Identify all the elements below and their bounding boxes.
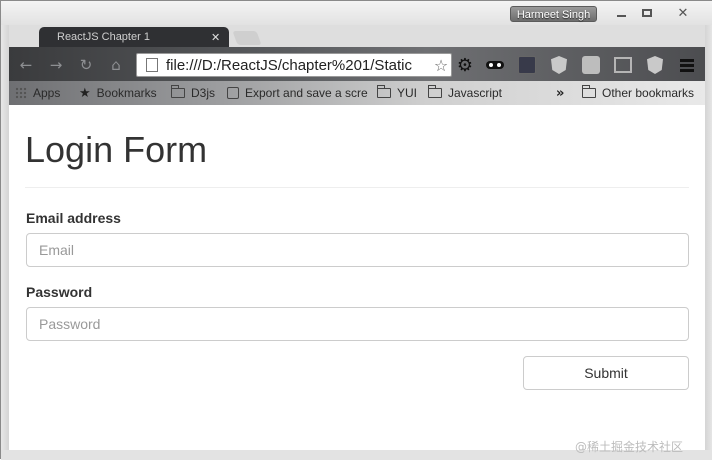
back-icon[interactable]: ← [17,56,35,74]
folder-icon [170,85,185,98]
bookmark-d3js[interactable]: D3js [170,85,216,101]
close-icon: ✕ [677,5,689,21]
bookmark-other-bookmarks[interactable]: Other bookmarks [581,85,695,101]
bookmark-label: Other bookmarks [602,86,695,100]
home-icon[interactable]: ⌂ [107,56,125,74]
email-label: Email address [26,210,121,226]
bookmark-apps[interactable]: Apps [15,85,60,101]
submit-button[interactable]: Submit [523,356,689,390]
angular-extension-icon[interactable] [645,55,665,75]
tab-reactjs-chapter-1[interactable]: ReactJS Chapter 1 ✕ [39,27,229,47]
extension-square-icon[interactable] [581,55,601,75]
page-title: Login Form [25,129,208,170]
grid-extension-icon[interactable] [613,55,633,75]
tab-close-icon[interactable]: ✕ [211,31,229,44]
window-frame-left [1,25,9,460]
maximize-button[interactable] [633,5,661,21]
window-frame-right [705,25,712,460]
gear-icon[interactable]: ⚙ [455,55,475,76]
page-icon [227,87,239,99]
page-icon [146,58,158,72]
bookmark-label: YUI [397,86,418,100]
folder-icon [581,85,596,98]
page-viewport: Login Form Email address Password Submit [9,105,705,450]
hamburger-menu-icon[interactable] [677,55,697,75]
forward-icon[interactable]: → [47,56,65,74]
bookmark-label: D3js [191,86,216,100]
email-field[interactable] [26,233,689,267]
title-bar: Harmeet Singh ✕ [1,1,712,25]
password-field[interactable] [26,307,689,341]
devtools-extension-icon[interactable] [517,55,537,75]
tab-strip: ReactJS Chapter 1 ✕ [9,25,705,47]
bookmark-javascript[interactable]: Javascript [427,85,503,101]
browser-window: Harmeet Singh ✕ ReactJS Chapter 1 ✕ ← → … [0,0,712,460]
user-profile-badge[interactable]: Harmeet Singh [510,6,597,22]
angular-shield-icon[interactable] [549,55,569,75]
tab-label: ReactJS Chapter 1 [57,31,150,43]
bookmark-yui[interactable]: YUI [376,85,418,101]
title-divider [25,187,689,188]
bookmark-label: Export and save a scre [245,86,368,100]
new-tab-button[interactable] [232,31,262,45]
bookmark-label: Javascript [448,86,503,100]
bookmarks-overflow-button[interactable]: » [556,85,564,101]
bookmark-bookmarks[interactable]: ★ Bookmarks [79,85,157,101]
folder-icon [376,85,391,98]
reload-icon[interactable]: ↻ [77,56,95,74]
apps-grid-icon [15,87,27,99]
password-label: Password [26,284,93,300]
close-window-button[interactable]: ✕ [669,5,697,21]
chevron-double-right-icon: » [556,85,565,101]
star-icon: ★ [79,85,91,101]
watermark: @稀土掘金技术社区 [575,440,684,454]
folder-icon [427,85,442,98]
address-bar[interactable]: file:///D:/ReactJS/chapter%201/Static ☆ [136,53,452,77]
minimize-button[interactable] [607,5,635,21]
bookmark-label: Apps [33,86,61,100]
bookmark-star-icon[interactable]: ☆ [431,56,451,75]
browser-toolbar: ← → ↻ ⌂ file:///D:/ReactJS/chapter%201/S… [9,47,705,81]
incognito-mask-icon[interactable] [485,55,505,75]
bookmark-export-and-save[interactable]: Export and save a scre [227,85,373,101]
url-text[interactable]: file:///D:/ReactJS/chapter%201/Static [166,57,431,74]
minimize-icon [616,15,626,17]
bookmarks-bar: Apps ★ Bookmarks D3js Export and save a … [9,81,705,105]
maximize-icon [642,9,652,17]
bookmark-label: Bookmarks [96,86,157,100]
